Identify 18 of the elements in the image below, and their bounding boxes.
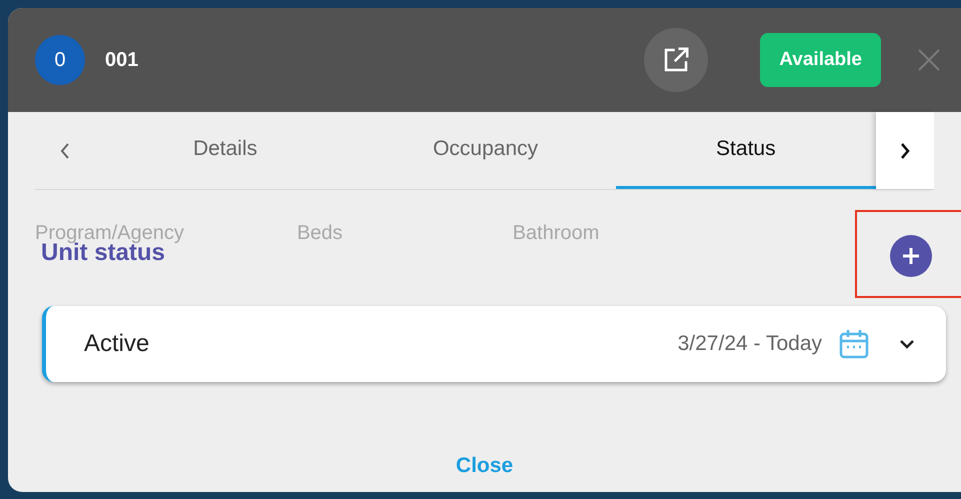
plus-icon bbox=[901, 246, 921, 266]
background-label: Program/Agency bbox=[35, 221, 184, 244]
chevron-right-icon bbox=[899, 142, 911, 160]
avatar: 0 bbox=[35, 35, 85, 85]
status-card[interactable]: Active 3/27/24 - Today bbox=[42, 306, 946, 382]
close-icon bbox=[917, 48, 941, 72]
tab[interactable]: Details bbox=[95, 112, 356, 189]
background-label: Bathroom bbox=[512, 221, 600, 246]
date-range: 3/27/24 - Today bbox=[678, 331, 822, 358]
tab[interactable]: Occupancy bbox=[355, 112, 616, 189]
chevron-left-icon bbox=[59, 142, 71, 160]
status-badge: Available bbox=[760, 33, 881, 87]
status-name: Active bbox=[84, 329, 150, 359]
calendar-icon[interactable] bbox=[838, 328, 870, 360]
add-button[interactable] bbox=[890, 235, 932, 277]
unit-title: 001 bbox=[105, 48, 138, 73]
background-label: Beds bbox=[296, 221, 343, 246]
close-link-button[interactable]: Close bbox=[456, 450, 514, 482]
